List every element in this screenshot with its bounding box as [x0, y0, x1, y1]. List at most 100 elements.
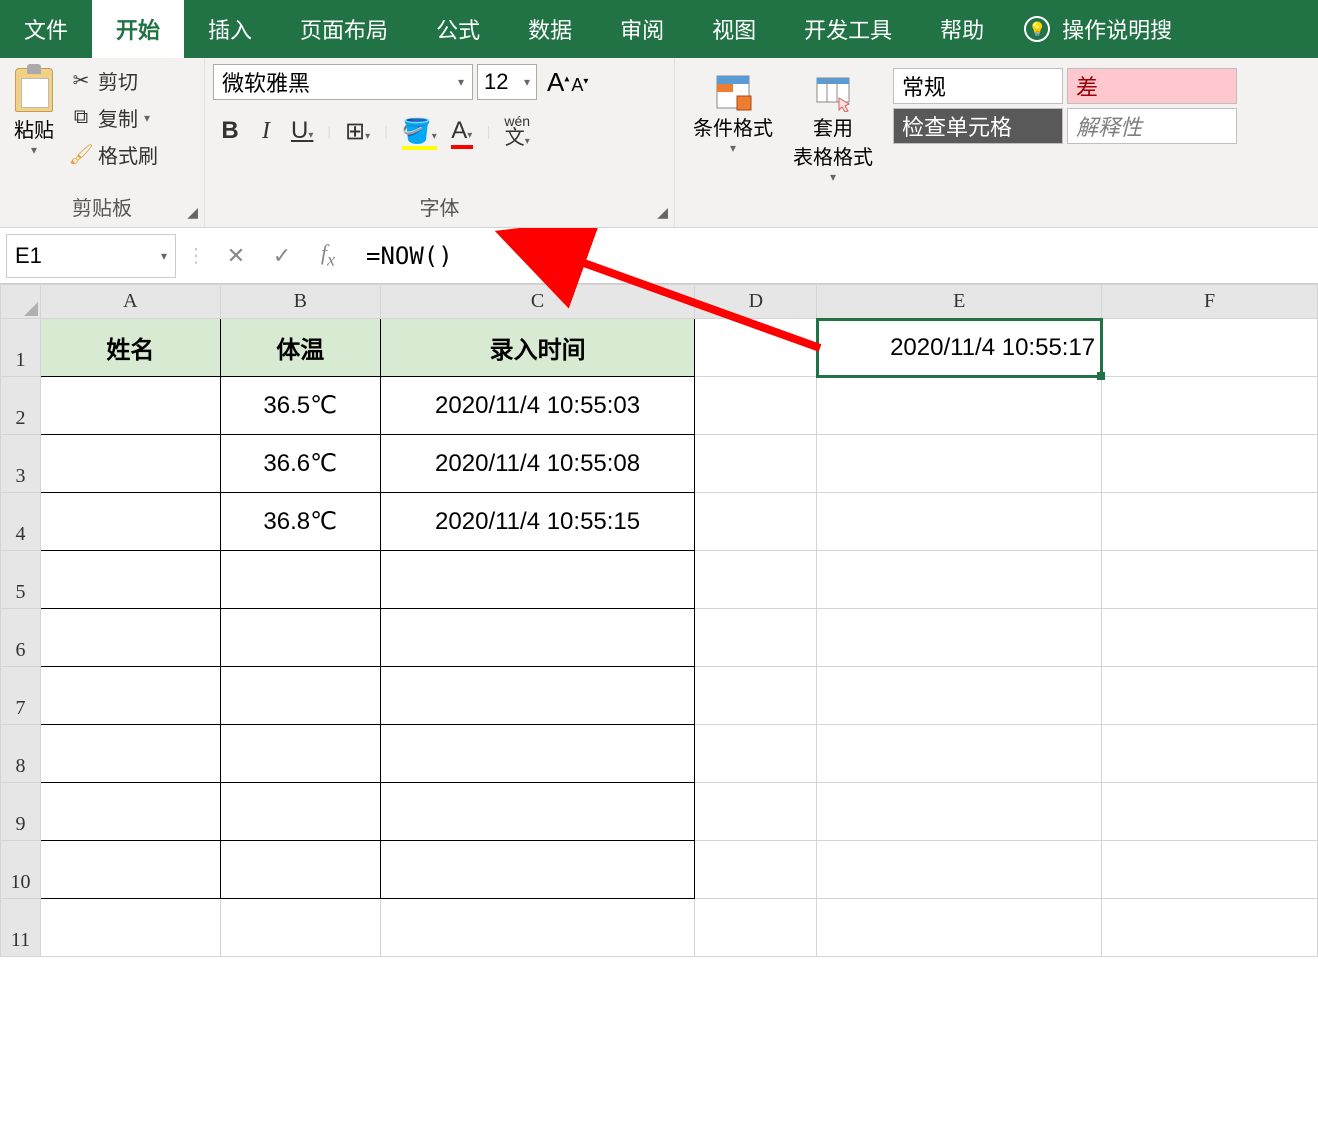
- cell-E7[interactable]: [817, 667, 1102, 725]
- cell-B3[interactable]: 36.6℃: [220, 435, 380, 493]
- chevron-down-icon[interactable]: ▾: [467, 130, 472, 141]
- font-name-select[interactable]: 微软雅黑▾: [213, 64, 473, 100]
- cell-C6[interactable]: [380, 609, 695, 667]
- col-head-D[interactable]: D: [695, 285, 817, 319]
- row-head-5[interactable]: 5: [1, 551, 41, 609]
- cell-A4[interactable]: [40, 493, 220, 551]
- cell-E4[interactable]: [817, 493, 1102, 551]
- tab-review[interactable]: 审阅: [596, 0, 688, 58]
- cell-E2[interactable]: [817, 377, 1102, 435]
- select-all-corner[interactable]: [1, 285, 41, 319]
- row-head-10[interactable]: 10: [1, 841, 41, 899]
- chevron-down-icon[interactable]: ▾: [730, 141, 736, 155]
- cell-B4[interactable]: 36.8℃: [220, 493, 380, 551]
- cell-F2[interactable]: [1102, 377, 1318, 435]
- tab-formulas[interactable]: 公式: [412, 0, 504, 58]
- row-head-4[interactable]: 4: [1, 493, 41, 551]
- row-head-11[interactable]: 11: [1, 899, 41, 957]
- underline-button[interactable]: U▾: [291, 117, 313, 145]
- cell-B6[interactable]: [220, 609, 380, 667]
- enter-formula-icon[interactable]: ✓: [262, 243, 302, 269]
- cell-A10[interactable]: [40, 841, 220, 899]
- cell-B11[interactable]: [220, 899, 380, 957]
- row-head-9[interactable]: 9: [1, 783, 41, 841]
- chevron-down-icon[interactable]: ▾: [458, 75, 464, 89]
- borders-button[interactable]: ⊞▾: [345, 117, 370, 146]
- cell-C3[interactable]: 2020/11/4 10:55:08: [380, 435, 695, 493]
- cell-A1[interactable]: 姓名: [40, 319, 220, 377]
- cell-C5[interactable]: [380, 551, 695, 609]
- chevron-down-icon[interactable]: ▾: [525, 136, 530, 147]
- chevron-down-icon[interactable]: ▾: [161, 249, 167, 263]
- tab-developer[interactable]: 开发工具: [780, 0, 916, 58]
- fill-color-button[interactable]: 🪣▾: [402, 117, 437, 146]
- cell-F5[interactable]: [1102, 551, 1318, 609]
- chevron-down-icon[interactable]: ▾: [524, 75, 530, 89]
- formula-input[interactable]: =NOW(): [354, 242, 453, 270]
- cell-D2[interactable]: [695, 377, 817, 435]
- cell-F1[interactable]: [1102, 319, 1318, 377]
- copy-button[interactable]: ⧉复制▾: [66, 101, 162, 134]
- cell-D7[interactable]: [695, 667, 817, 725]
- row-head-1[interactable]: 1: [1, 319, 41, 377]
- bold-button[interactable]: B: [219, 117, 241, 145]
- cell-C7[interactable]: [380, 667, 695, 725]
- cell-C10[interactable]: [380, 841, 695, 899]
- tab-insert[interactable]: 插入: [184, 0, 276, 58]
- cell-F3[interactable]: [1102, 435, 1318, 493]
- cell-A5[interactable]: [40, 551, 220, 609]
- row-head-8[interactable]: 8: [1, 725, 41, 783]
- cell-B5[interactable]: [220, 551, 380, 609]
- cell-E9[interactable]: [817, 783, 1102, 841]
- col-head-E[interactable]: E: [817, 285, 1102, 319]
- cell-D6[interactable]: [695, 609, 817, 667]
- cell-A9[interactable]: [40, 783, 220, 841]
- cell-A7[interactable]: [40, 667, 220, 725]
- cell-E3[interactable]: [817, 435, 1102, 493]
- table-format-button[interactable]: 套用 表格格式 ▾: [783, 68, 883, 188]
- cell-A2[interactable]: [40, 377, 220, 435]
- cell-B1[interactable]: 体温: [220, 319, 380, 377]
- chevron-down-icon[interactable]: ▾: [365, 131, 370, 142]
- cell-style-normal[interactable]: 常规: [893, 68, 1063, 104]
- cell-F10[interactable]: [1102, 841, 1318, 899]
- cancel-formula-icon[interactable]: ✕: [216, 243, 256, 269]
- cell-F8[interactable]: [1102, 725, 1318, 783]
- cell-F6[interactable]: [1102, 609, 1318, 667]
- cell-F7[interactable]: [1102, 667, 1318, 725]
- col-head-A[interactable]: A: [40, 285, 220, 319]
- cell-D5[interactable]: [695, 551, 817, 609]
- cell-C9[interactable]: [380, 783, 695, 841]
- conditional-format-button[interactable]: 条件格式 ▾: [683, 68, 783, 159]
- tab-page-layout[interactable]: 页面布局: [276, 0, 412, 58]
- cell-D1[interactable]: [695, 319, 817, 377]
- col-head-C[interactable]: C: [380, 285, 695, 319]
- tell-me-search[interactable]: 操作说明搜: [1058, 0, 1196, 58]
- fx-icon[interactable]: fx: [308, 240, 348, 270]
- font-color-button[interactable]: A▾: [451, 117, 473, 145]
- cell-C1[interactable]: 录入时间: [380, 319, 695, 377]
- cell-B7[interactable]: [220, 667, 380, 725]
- cell-B9[interactable]: [220, 783, 380, 841]
- cell-A6[interactable]: [40, 609, 220, 667]
- tab-view[interactable]: 视图: [688, 0, 780, 58]
- cell-B8[interactable]: [220, 725, 380, 783]
- italic-button[interactable]: I: [255, 118, 277, 145]
- chevron-down-icon[interactable]: ▾: [31, 143, 37, 157]
- cell-C8[interactable]: [380, 725, 695, 783]
- dialog-launcher-icon[interactable]: ◢: [657, 204, 668, 221]
- cell-style-bad[interactable]: 差: [1067, 68, 1237, 104]
- cell-D8[interactable]: [695, 725, 817, 783]
- cell-D3[interactable]: [695, 435, 817, 493]
- cell-C2[interactable]: 2020/11/4 10:55:03: [380, 377, 695, 435]
- cell-F4[interactable]: [1102, 493, 1318, 551]
- paste-button[interactable]: 粘贴 ▾: [8, 64, 60, 171]
- cut-button[interactable]: ✂剪切: [66, 64, 162, 97]
- tab-home[interactable]: 开始: [92, 0, 184, 58]
- row-head-7[interactable]: 7: [1, 667, 41, 725]
- chevron-down-icon[interactable]: ▾: [830, 170, 836, 184]
- cell-E10[interactable]: [817, 841, 1102, 899]
- col-head-F[interactable]: F: [1102, 285, 1318, 319]
- cell-D10[interactable]: [695, 841, 817, 899]
- tab-data[interactable]: 数据: [504, 0, 596, 58]
